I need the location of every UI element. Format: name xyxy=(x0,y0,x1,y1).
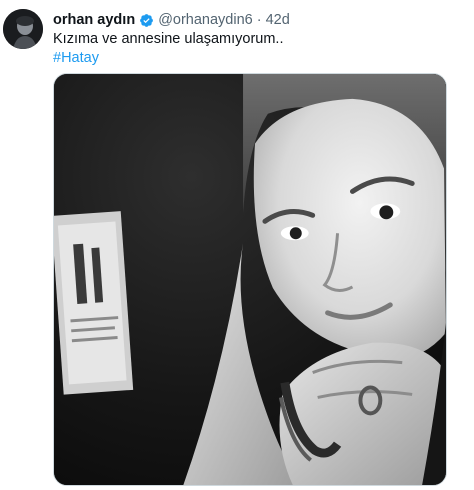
tweet-text: Kızıma ve annesine ulaşamıyorum.. xyxy=(53,31,284,47)
display-name[interactable]: orhan aydın xyxy=(53,12,135,28)
tweet-card: orhan aydın @orhanaydin6 · 42d Kızıma ve… xyxy=(0,0,474,490)
photo-image xyxy=(54,74,446,485)
avatar-image xyxy=(3,9,43,49)
handle[interactable]: @orhanaydin6 xyxy=(158,12,253,28)
separator-dot: · xyxy=(256,12,262,28)
verified-badge-icon xyxy=(139,13,154,28)
avatar[interactable] xyxy=(3,9,43,49)
hashtag-link[interactable]: #Hatay xyxy=(53,50,99,66)
tweet-photo[interactable] xyxy=(53,73,447,486)
timestamp[interactable]: 42d xyxy=(266,12,290,28)
tweet-header: orhan aydın @orhanaydin6 · 42d xyxy=(53,10,290,30)
